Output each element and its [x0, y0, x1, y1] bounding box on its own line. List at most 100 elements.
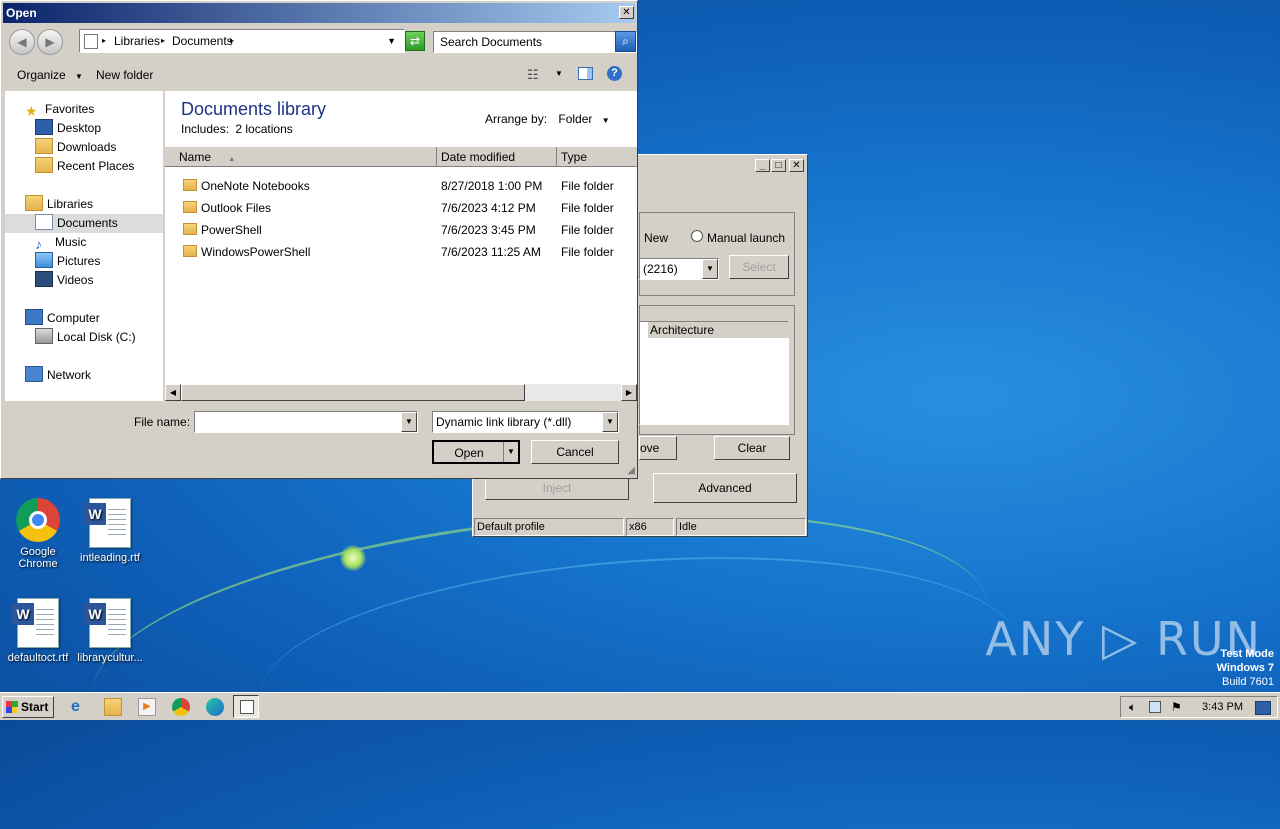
table-row[interactable]: Outlook Files 7/6/2023 4:12 PM File fold…: [165, 197, 637, 219]
scroll-right-icon[interactable]: ▶: [621, 384, 637, 401]
nav-favorites[interactable]: ★ Favorites: [25, 100, 94, 119]
forward-button[interactable]: ▶: [37, 29, 63, 55]
chevron-down-icon[interactable]: ▼: [555, 69, 563, 78]
clock[interactable]: 3:43 PM: [1202, 701, 1243, 713]
chevron-down-icon: ▼: [75, 72, 83, 81]
nav-computer[interactable]: Computer: [25, 309, 100, 328]
action-center-flag-icon[interactable]: ⚑: [1171, 700, 1182, 714]
arrange-by[interactable]: Arrange by: Folder ▼: [485, 112, 610, 126]
chevron-down-icon: ▼: [601, 116, 610, 125]
dialog-titlebar[interactable]: Open: [3, 3, 635, 23]
radio-new-label[interactable]: New: [644, 231, 668, 245]
media-player-icon[interactable]: ▶: [138, 698, 156, 716]
new-folder-button[interactable]: New folder: [96, 68, 153, 82]
remove-button[interactable]: ove: [639, 436, 677, 460]
desktop-icon-intleading[interactable]: intleading.rtf: [72, 498, 148, 564]
address-bar[interactable]: ▸ Libraries ▸ Documents ▸ ▼: [79, 29, 405, 53]
radio-manual-label[interactable]: Manual launch: [707, 231, 785, 245]
nav-videos[interactable]: Videos: [35, 271, 93, 290]
radio-manual-button[interactable]: [691, 230, 703, 242]
file-date: 7/6/2023 3:45 PM: [441, 223, 536, 237]
nav-local-disk[interactable]: Local Disk (C:): [35, 328, 136, 347]
show-desktop-icon[interactable]: [1255, 701, 1271, 715]
clear-button[interactable]: Clear: [714, 436, 790, 460]
locations-link[interactable]: 2 locations: [235, 122, 292, 136]
file-name-input[interactable]: ▼: [194, 411, 418, 433]
nav-documents[interactable]: Documents: [5, 214, 163, 233]
select-button[interactable]: Select: [729, 255, 789, 279]
nav-recent-places[interactable]: Recent Places: [35, 157, 134, 176]
chrome-icon[interactable]: [172, 698, 190, 716]
desktop-icon-defaultoct[interactable]: defaultoct.rtf: [0, 598, 76, 664]
back-button[interactable]: ◀: [9, 29, 35, 55]
ie-icon[interactable]: e: [71, 698, 89, 716]
preview-pane-icon[interactable]: [578, 67, 593, 80]
close-button[interactable]: ✕: [619, 6, 634, 19]
breadcrumb-separator-icon[interactable]: ▸: [102, 30, 106, 52]
desktop-icon-chrome[interactable]: Google Chrome: [0, 498, 76, 570]
cancel-button[interactable]: Cancel: [531, 440, 619, 464]
open-split-chevron-icon[interactable]: ▼: [503, 442, 518, 462]
desktop-icon-label: Google Chrome: [18, 546, 58, 570]
breadcrumb-separator-icon[interactable]: ▸: [230, 30, 234, 52]
address-dropdown-icon[interactable]: ▼: [387, 30, 396, 52]
folder-icon: [183, 245, 197, 257]
desktop-icon-librarycultur[interactable]: librarycultur...: [72, 598, 148, 664]
close-button[interactable]: ✕: [789, 159, 804, 172]
organize-menu[interactable]: Organize ▼: [17, 68, 83, 82]
minimize-button[interactable]: _: [755, 159, 770, 172]
open-dialog[interactable]: Open ✕ ◀ ▶ ▸ Libraries ▸ Documents ▸ ▼ ⇄…: [0, 0, 638, 479]
advanced-button[interactable]: Advanced: [653, 473, 797, 503]
search-icon[interactable]: ⌕: [615, 31, 636, 52]
nav-libraries[interactable]: Libraries: [25, 195, 93, 214]
network-icon[interactable]: [1149, 701, 1161, 713]
word-document-icon: [12, 598, 59, 648]
chevron-down-icon[interactable]: ▼: [602, 412, 618, 432]
table-row[interactable]: PowerShell 7/6/2023 3:45 PM File folder: [165, 219, 637, 241]
desktop-icon-label: intleading.rtf: [80, 552, 140, 564]
edge-icon[interactable]: [206, 698, 224, 716]
taskbar-app-injector[interactable]: [233, 695, 259, 718]
nav-downloads[interactable]: Downloads: [35, 138, 116, 157]
taskbar: Start e ▶ 🔈︎ ⚑ 3:43 PM: [0, 692, 1280, 720]
resize-grip-icon[interactable]: ◢: [627, 465, 635, 476]
column-header-architecture[interactable]: Architecture: [648, 322, 747, 338]
breadcrumb-libraries[interactable]: Libraries: [114, 30, 160, 52]
breadcrumb-documents[interactable]: Documents: [172, 30, 233, 52]
nav-pictures[interactable]: Pictures: [35, 252, 100, 271]
start-button[interactable]: Start: [2, 696, 54, 718]
nav-music[interactable]: ♪ Music: [35, 233, 86, 252]
table-row[interactable]: OneNote Notebooks 8/27/2018 1:00 PM File…: [165, 175, 637, 197]
scroll-left-icon[interactable]: ◀: [165, 384, 181, 401]
volume-icon[interactable]: 🔈︎: [1129, 700, 1136, 715]
column-header-type[interactable]: Type: [557, 147, 637, 167]
horizontal-scrollbar[interactable]: ◀ ▶: [165, 384, 637, 401]
breadcrumb-separator-icon[interactable]: ▸: [161, 30, 165, 52]
view-options-icon[interactable]: ☷: [527, 67, 539, 83]
scroll-thumb[interactable]: [181, 384, 525, 401]
table-row[interactable]: WindowsPowerShell 7/6/2023 11:25 AM File…: [165, 241, 637, 263]
file-name: Outlook Files: [201, 201, 272, 215]
maximize-button[interactable]: □: [771, 159, 786, 172]
os-name-line: Windows 7: [1216, 662, 1274, 674]
search-input[interactable]: Search Documents: [433, 31, 637, 53]
chevron-down-icon[interactable]: ▼: [401, 412, 417, 432]
file-type-select[interactable]: Dynamic link library (*.dll) ▼: [432, 411, 619, 433]
nav-network[interactable]: Network: [25, 366, 91, 385]
column-header-name[interactable]: Name ▲: [165, 147, 437, 167]
process-select[interactable]: (2216) ▼: [639, 258, 719, 280]
nav-desktop[interactable]: Desktop: [35, 119, 101, 138]
file-type: File folder: [561, 179, 614, 193]
column-header-date[interactable]: Date modified: [437, 147, 557, 167]
open-button[interactable]: Open ▼: [432, 440, 520, 464]
refresh-button[interactable]: ⇄: [405, 31, 425, 51]
inject-button[interactable]: Inject: [485, 476, 629, 500]
column-header-blank[interactable]: [746, 322, 790, 338]
navigation-pane[interactable]: ★ Favorites Desktop Downloads Recent Plac…: [5, 91, 163, 401]
explorer-icon[interactable]: [104, 698, 122, 716]
chevron-down-icon[interactable]: ▼: [702, 259, 718, 279]
file-list-pane[interactable]: Documents library Includes: 2 locations …: [165, 91, 637, 401]
computer-icon: [25, 309, 43, 325]
help-icon[interactable]: ?: [607, 66, 622, 81]
module-list[interactable]: Architecture: [639, 321, 790, 425]
